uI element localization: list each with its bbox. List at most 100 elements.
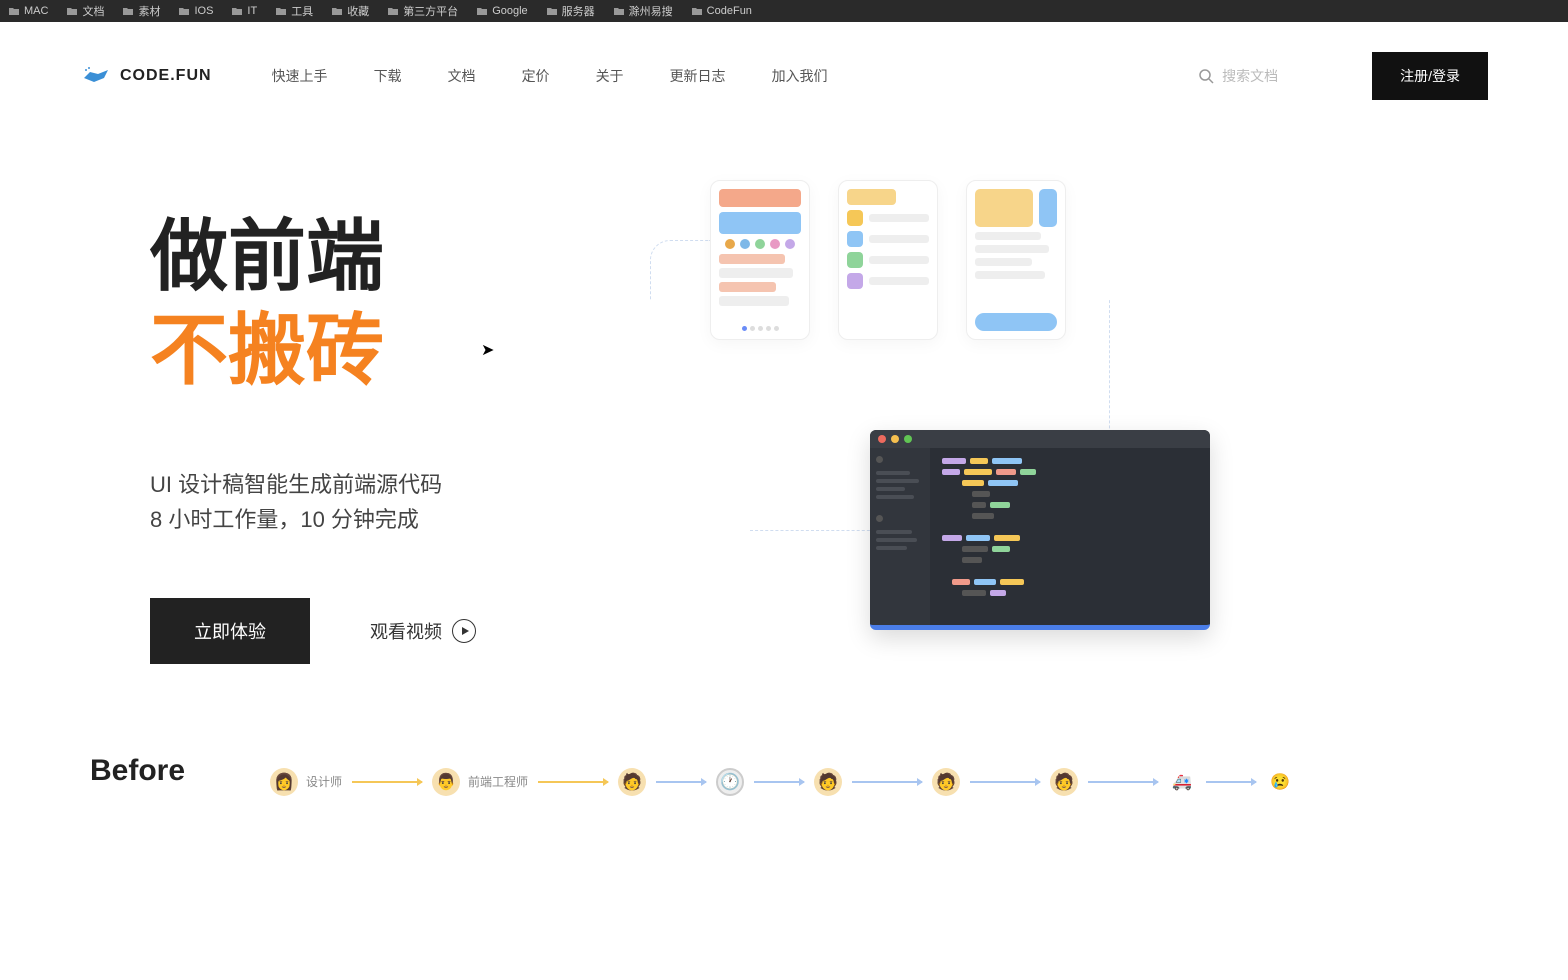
wireframe-block [719,212,801,234]
pager-dots [719,326,801,331]
wireframe-top [975,189,1057,227]
square-icon [847,252,863,268]
arrow-icon [538,781,608,783]
avatar-icon: 🧑 [618,768,646,796]
bookmark-ios[interactable]: IOS [178,5,213,17]
wireframe-line [719,296,789,306]
arrow-icon [352,781,422,783]
pager-dot-icon [758,326,763,331]
sidebar-dot-icon [876,515,883,522]
folder-icon [122,6,134,16]
wireframe-line [719,254,785,264]
wireframe-line [975,271,1045,279]
bookmark-chuzhou[interactable]: 滁州易搜 [613,3,673,19]
bookmark-it[interactable]: IT [231,5,257,17]
arrow-icon [1088,781,1158,783]
bookmark-label: Google [492,5,527,17]
code-editor-illustration [870,430,1210,630]
wireframe-lines [719,254,801,306]
bookmark-label: 文档 [82,3,104,19]
arrow-icon [852,781,922,783]
workflow-step: 🧑 [618,768,646,796]
search-box[interactable] [1198,68,1322,84]
pager-dot-icon [766,326,771,331]
workflow-step-frontend: 👨 前端工程师 [432,768,528,796]
logo[interactable]: CODE.FUN [80,64,212,88]
workflow-step-designer: 👩 设计师 [270,768,342,796]
window-close-icon [878,435,886,443]
top-nav: CODE.FUN 快速上手 下载 文档 定价 关于 更新日志 加入我们 注册/登… [0,22,1568,130]
editor-body [870,448,1210,625]
sidebar-line [876,530,912,534]
search-input[interactable] [1222,68,1322,84]
bookmark-label: 工具 [291,3,313,19]
connector-line [650,240,710,300]
arrow-icon [1206,781,1256,783]
wireframe-dots [719,239,801,249]
wireframe-bar [869,256,929,264]
nav-join[interactable]: 加入我们 [772,66,828,86]
nav-about[interactable]: 关于 [596,66,624,86]
folder-icon [613,6,625,16]
editor-sidebar [870,448,930,625]
folder-icon [476,6,488,16]
bookmark-label: MAC [24,5,48,17]
wireframe-item [847,252,929,268]
wireframe-block [1039,189,1057,227]
bookmark-mac[interactable]: MAC [8,5,48,17]
workflow-step-cry: 😢 [1266,768,1294,796]
wireframe-phones [710,180,1066,340]
bird-icon [80,64,112,88]
bookmark-favorites[interactable]: 收藏 [331,3,369,19]
avatar-icon: 👨 [432,768,460,796]
wireframe-item [847,231,929,247]
bookmark-assets[interactable]: 素材 [122,3,160,19]
cry-icon: 😢 [1266,768,1294,796]
folder-icon [546,6,558,16]
ambulance-icon: 🚑 [1168,768,1196,796]
avatar-icon: 🧑 [814,768,842,796]
wireframe-line [975,258,1032,266]
search-icon [1198,68,1214,84]
workflow-step: 🧑 [932,768,960,796]
bookmark-docs[interactable]: 文档 [66,3,104,19]
bookmark-label: 滁州易搜 [629,3,673,19]
bookmark-third-party[interactable]: 第三方平台 [387,3,458,19]
nav-quickstart[interactable]: 快速上手 [272,66,328,86]
wireframe-block [847,189,896,205]
connector-line [750,530,880,531]
dot-icon [740,239,750,249]
bookmark-label: 服务器 [562,3,595,19]
folder-icon [8,6,20,16]
nav-download[interactable]: 下载 [374,66,402,86]
bookmark-tools[interactable]: 工具 [275,3,313,19]
bookmark-label: 第三方平台 [403,3,458,19]
play-icon [452,619,476,643]
bookmark-server[interactable]: 服务器 [546,3,595,19]
workflow-step: 🧑 [814,768,842,796]
square-icon [847,273,863,289]
bookmark-label: CodeFun [707,5,752,17]
bookmark-label: IT [247,5,257,17]
sidebar-line [876,479,919,483]
watch-video-link[interactable]: 观看视频 [370,618,476,644]
wireframe-line [719,268,793,278]
nav-changelog[interactable]: 更新日志 [670,66,726,86]
signup-button[interactable]: 注册/登录 [1372,52,1488,100]
square-icon [847,210,863,226]
dot-icon [755,239,765,249]
bookmark-google[interactable]: Google [476,5,527,17]
folder-icon [691,6,703,16]
window-minimize-icon [891,435,899,443]
sidebar-line [876,487,905,491]
nav-pricing[interactable]: 定价 [522,66,550,86]
nav-docs[interactable]: 文档 [448,66,476,86]
before-section: Before 👩 设计师 👨 前端工程师 🧑 🕐 🧑 🧑 🧑 [0,724,1568,806]
pager-dot-icon [774,326,779,331]
hero-left: 做前端 不搬砖 UI 设计稿智能生成前端源代码 8 小时工作量，10 分钟完成 … [150,210,630,664]
editor-titlebar [870,430,1210,448]
bookmark-codefun[interactable]: CodeFun [691,5,752,17]
cta-button[interactable]: 立即体验 [150,598,310,664]
folder-icon [178,6,190,16]
sidebar-line [876,495,914,499]
